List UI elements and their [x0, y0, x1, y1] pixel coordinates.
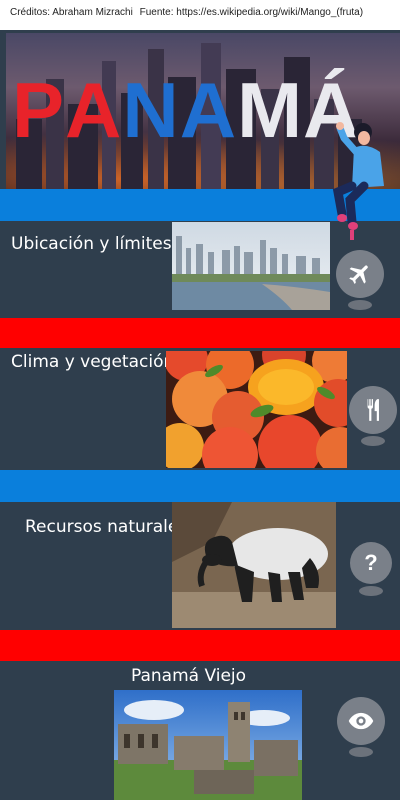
credits-author: Créditos: Abraham Mizrachi [10, 7, 133, 18]
mangoes-photo [166, 351, 347, 468]
fork-knife-icon [367, 399, 379, 421]
panama-city-bay-photo [172, 222, 330, 310]
eye-pin[interactable] [337, 697, 385, 757]
hero-title: PANAMÁ [12, 65, 360, 156]
section-title-location: Ubicación y límites [11, 234, 172, 254]
hero-letter: P [12, 66, 66, 154]
section-title-old-panama: Panamá Viejo [131, 666, 247, 686]
red-divider-band [0, 630, 400, 661]
fork-knife-pin[interactable] [349, 386, 397, 446]
credits-bar: Créditos: Abraham Mizrachi Fuente: https… [0, 0, 400, 30]
question-pin[interactable]: ? [350, 542, 392, 596]
red-divider-band [0, 318, 400, 348]
hero-letter: A [65, 66, 123, 154]
hero-letter: A [179, 66, 238, 154]
section-title-resources: Recursos naturales [25, 517, 188, 537]
tapir-photo [172, 502, 336, 628]
sitting-person-illustration [332, 122, 384, 240]
section-title-climate: Clima y vegetación [11, 352, 175, 372]
question-icon: ? [364, 550, 378, 575]
blue-divider-band [0, 470, 400, 502]
eye-icon [348, 712, 374, 730]
hero-letter: N [122, 66, 180, 154]
airplane-icon [349, 265, 368, 284]
hero-letter: M [237, 66, 304, 154]
credits-source: Fuente: https://es.wikipedia.org/wiki/Ma… [139, 7, 364, 18]
airplane-pin[interactable] [336, 250, 384, 310]
panama-viejo-ruins-photo [114, 690, 302, 800]
